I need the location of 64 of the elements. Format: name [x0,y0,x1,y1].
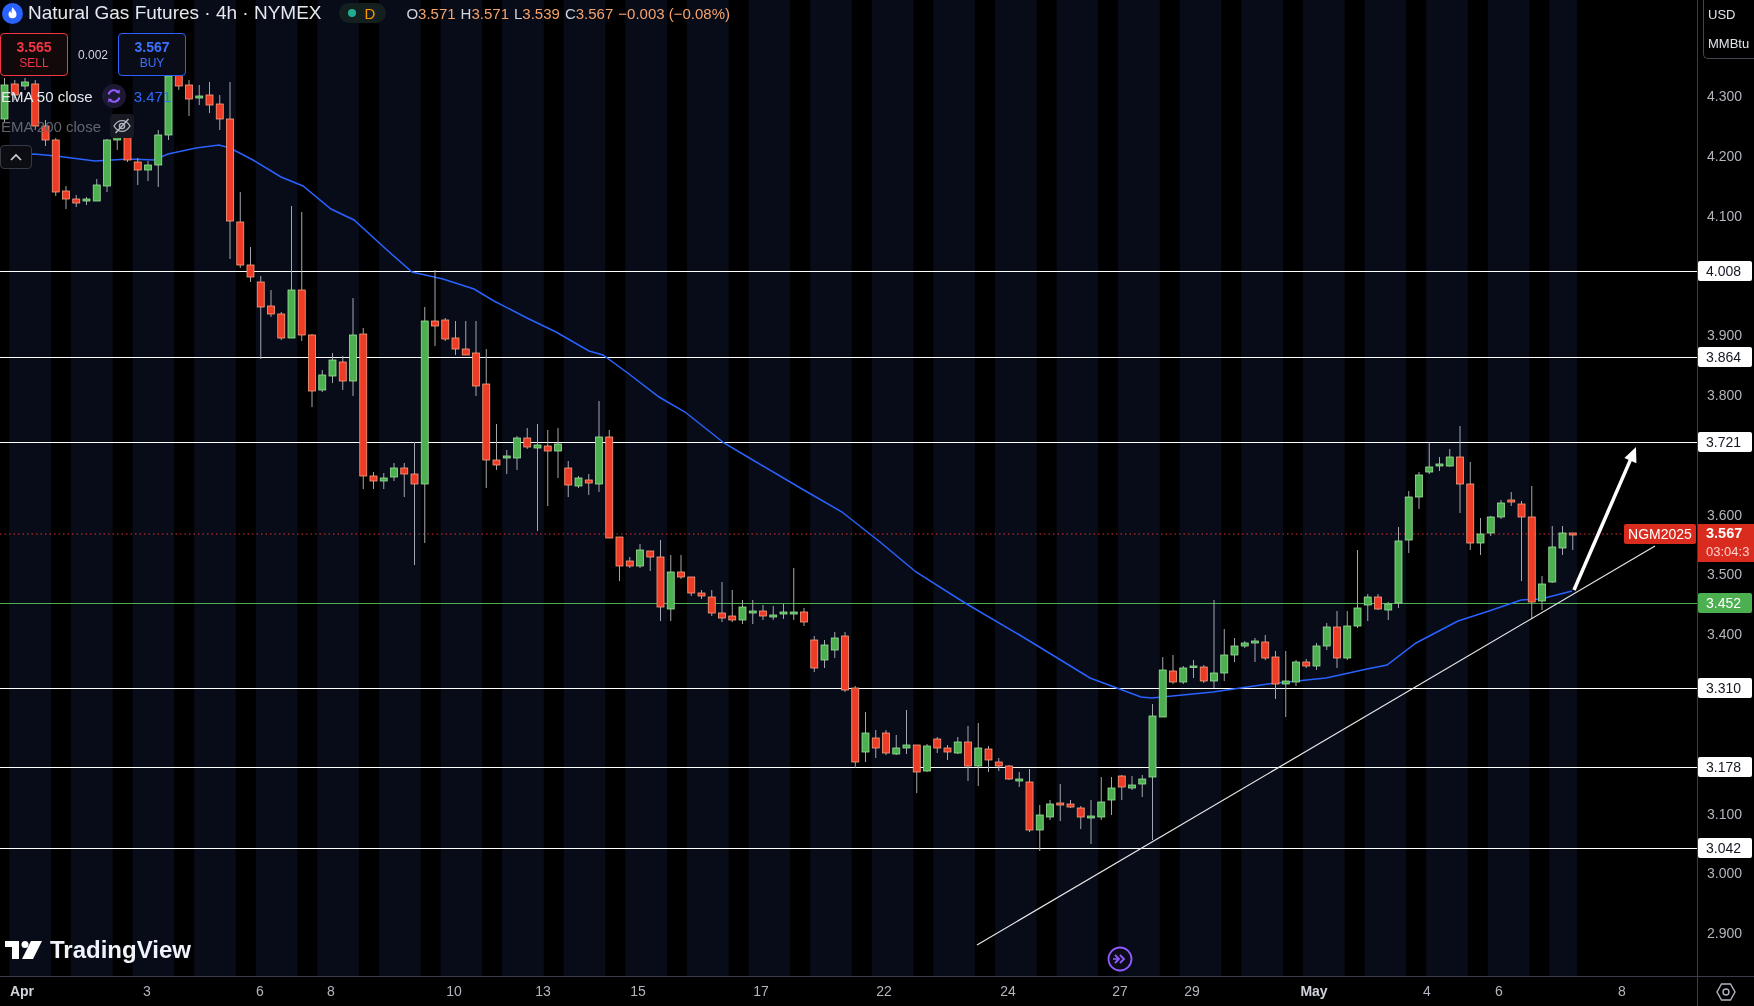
collapse-button[interactable] [0,145,32,169]
time-axis-label: 4 [1423,982,1431,1001]
symbol-tag: NGM2025 [1624,524,1696,544]
chevron-up-icon [10,153,22,161]
ohlc-value: 3.571 [418,4,456,22]
logo-icon [5,941,42,959]
price-axis-label: 3.400 [1707,625,1743,643]
level-price-tag: 3.864 [1698,347,1752,367]
ohlc-value: 3.539 [522,4,560,22]
time-axis-label: 24 [1000,982,1016,1001]
ohlc-value: 3.567 [575,4,614,22]
time-axis-label: 6 [1495,982,1503,1001]
time-axis-label: 8 [327,982,335,1001]
price-axis-label: 3.000 [1707,864,1743,882]
unit-label: MMBtu [1708,35,1751,52]
price-axis-label: 3.500 [1707,565,1743,583]
eye-slash-icon[interactable] [110,114,135,138]
time-axis-label: 6 [256,982,264,1001]
level-price-tag: 3.721 [1698,432,1752,452]
market-status-pill[interactable]: D [338,3,387,23]
time-axis-label: Apr [9,982,35,1001]
time-axis-label: 10 [446,982,462,1001]
price-change: −0.003 (−0.08%) [618,4,731,22]
ohlc-value: 3.571 [471,4,509,22]
level-price-tag: 3.452 [1698,593,1752,613]
current-price: 3.567 [1706,524,1744,543]
level-price-tag: 3.310 [1698,678,1752,698]
price-axis-label: 4.200 [1707,147,1743,165]
time-axis-label: 3 [143,982,151,1001]
time-axis-label: 17 [753,982,769,1001]
price-axis-label: 2.900 [1707,924,1743,942]
unit-panel[interactable]: USD MMBtu [1703,0,1754,59]
bar-countdown: 03:04:3 [1706,543,1751,560]
settings-icon[interactable] [1716,981,1736,1002]
currency-label: USD [1708,6,1737,23]
level-price-tag: 4.008 [1698,261,1752,281]
price-axis-label: 3.800 [1707,386,1743,404]
spread-value: 0.002 [78,47,109,62]
ohlc-key: C [564,4,576,22]
ohlc-key: H [460,4,472,22]
ohlc-key: L [514,4,523,22]
time-axis-label: 15 [630,982,646,1001]
time-axis-label: 8 [1618,982,1626,1001]
price-axis-label: 3.600 [1707,506,1743,524]
price-axis-label: 3.100 [1707,805,1743,823]
time-axis-label: 27 [1112,982,1128,1001]
time-axis-label: May [1300,982,1328,1001]
time-axis-label: 22 [876,982,892,1001]
flame-icon [2,2,23,24]
ohlc-key: O [406,4,419,22]
time-axis-label: 13 [535,982,551,1001]
level-price-tag: 3.178 [1698,757,1752,777]
price-axis-label: 3.900 [1707,326,1743,344]
buy-button[interactable]: 3.567 BUY [118,33,187,76]
time-axis-label: 29 [1184,982,1200,1001]
price-axis-label: 4.300 [1707,87,1743,105]
status-letter: D [364,4,376,22]
sell-button[interactable]: 3.565 SELL [0,33,68,76]
level-price-tag: 3.042 [1698,838,1752,858]
price-axis-label: 4.100 [1707,207,1743,225]
circled-double-chevron-icon[interactable] [1107,946,1133,972]
symbol-title: Natural Gas Futures · 4h · NYMEX [28,2,322,24]
sync-icon[interactable] [101,84,126,108]
brand-name: TradingView [50,936,191,964]
